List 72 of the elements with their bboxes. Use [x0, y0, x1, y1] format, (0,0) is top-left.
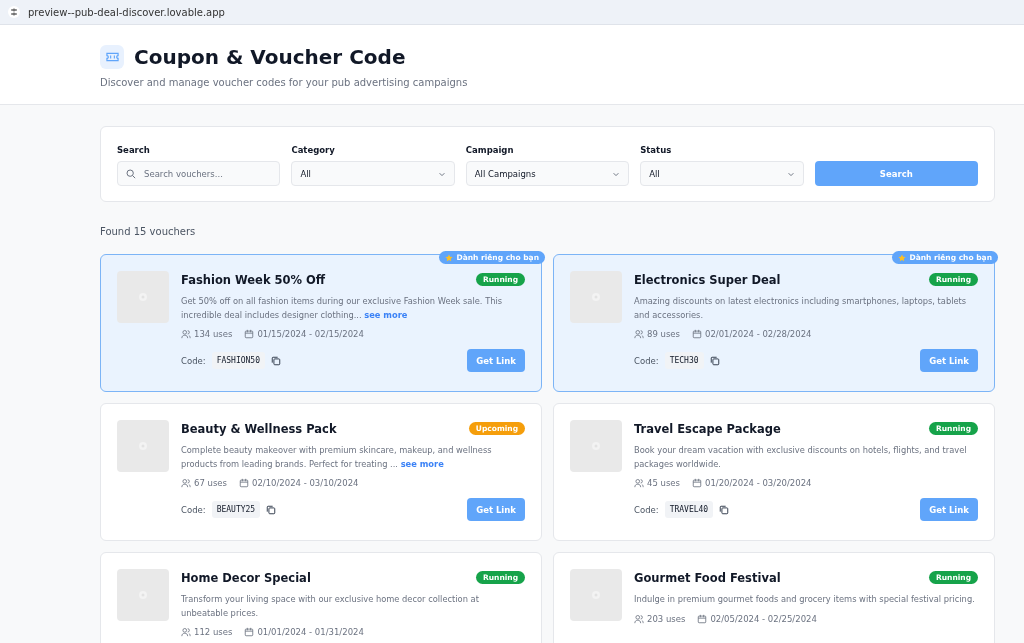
uses-count: 67 uses: [194, 478, 227, 488]
copy-icon[interactable]: [266, 504, 277, 515]
uses-count: 203 uses: [647, 613, 686, 624]
users-icon: [181, 478, 191, 488]
voucher-title: Beauty & Wellness Pack: [181, 422, 337, 436]
page-title: Coupon & Voucher Code: [134, 45, 406, 69]
field-label: Status: [640, 145, 673, 155]
voucher-description: Indulge in premium gourmet foods and grocery items with special festival pricing.: [634, 593, 976, 606]
site-settings-icon[interactable]: [8, 6, 20, 18]
date-range: 01/20/2024 - 03/20/2024: [705, 478, 812, 488]
select-dropdown[interactable]: All: [291, 161, 455, 186]
date-range: 02/05/2024 - 02/25/2024: [710, 613, 817, 624]
search-button[interactable]: Search: [814, 161, 978, 186]
users-icon: [634, 478, 644, 488]
calendar-icon: [244, 329, 255, 339]
users-icon: [181, 329, 191, 339]
date-range: 02/10/2024 - 03/10/2024: [252, 478, 359, 488]
copy-icon[interactable]: [709, 355, 720, 366]
voucher-code: FASHION50: [211, 352, 265, 369]
get-link-button[interactable]: Get Link: [920, 498, 978, 521]
voucher-code: TRAVEL40: [664, 501, 714, 518]
calendar-icon: [697, 613, 708, 624]
uses-count: 112 uses: [194, 627, 233, 637]
date-range: 01/15/2024 - 02/15/2024: [257, 329, 364, 339]
date-range: 01/01/2024 - 01/31/2024: [257, 627, 364, 637]
search-icon: [126, 168, 136, 179]
select-dropdown[interactable]: All Campaigns: [465, 161, 630, 186]
address-bar-url[interactable]: preview--pub-deal-discover.lovable.app: [28, 6, 225, 18]
voucher-description: Book your dream vacation with exclusive discounts on hotels, flights, and travel packages worldwide.: [634, 444, 968, 471]
voucher-code: BEAUTY25: [211, 501, 261, 518]
see-more-link[interactable]: see more: [400, 458, 444, 469]
ticket-icon: [100, 45, 124, 69]
voucher-title: Fashion Week 50% Off: [181, 273, 326, 287]
get-link-button[interactable]: Get Link: [467, 349, 525, 372]
code-label: Code:: [181, 355, 206, 366]
select-dropdown[interactable]: All: [640, 161, 804, 186]
voucher-code: TECH30: [664, 352, 704, 369]
see-more-link[interactable]: see more: [364, 309, 408, 320]
voucher-description: Amazing discounts on latest electronics including smartphones, laptops, tablets and accessories.: [634, 295, 968, 322]
star-icon: [898, 253, 907, 262]
calendar-icon: [692, 329, 702, 339]
search-field[interactable]: Search vouchers...: [117, 161, 281, 186]
star-icon: [445, 253, 454, 262]
voucher-title: Travel Escape Package: [634, 422, 781, 436]
uses-count: 134 uses: [194, 329, 233, 339]
voucher-title: Electronics Super Deal: [634, 273, 781, 287]
result-count: Found 15 vouchers: [100, 226, 197, 237]
uses-count: 89 uses: [647, 329, 680, 339]
calendar-icon: [239, 478, 249, 488]
voucher-title: Home Decor Special: [181, 571, 311, 585]
uses-count: 45 uses: [647, 478, 680, 488]
field-label: Campaign: [465, 145, 515, 155]
page-subtitle: Discover and manage voucher codes for your pub advertising campaigns: [100, 77, 469, 88]
date-range: 02/01/2024 - 02/28/2024: [705, 329, 812, 339]
users-icon: [181, 627, 191, 637]
get-link-button[interactable]: Get Link: [920, 349, 978, 372]
users-icon: [634, 613, 644, 624]
users-icon: [634, 329, 644, 339]
calendar-icon: [692, 478, 702, 488]
voucher-description: Transform your living space with our exclusive home decor collection at unbeatable prices.: [181, 593, 480, 620]
voucher-description: Get 50% off on all fashion items during our exclusive Fashion Week sale. This incredible deal includes designer clothing... see more: [181, 295, 504, 322]
calendar-icon: [244, 627, 255, 637]
field-label: Search: [117, 145, 151, 155]
code-label: Code:: [181, 504, 206, 515]
get-link-button[interactable]: Get Link: [467, 498, 525, 521]
code-label: Code:: [634, 355, 659, 366]
copy-icon[interactable]: [271, 355, 281, 366]
code-label: Code:: [634, 504, 659, 515]
field-label: Category: [291, 145, 336, 155]
copy-icon[interactable]: [719, 504, 730, 515]
voucher-description: Complete beauty makeover with premium skincare, makeup, and wellness products from leading brands. Perfect for treating ... see more: [181, 444, 493, 471]
voucher-title: Gourmet Food Festival: [634, 571, 781, 585]
